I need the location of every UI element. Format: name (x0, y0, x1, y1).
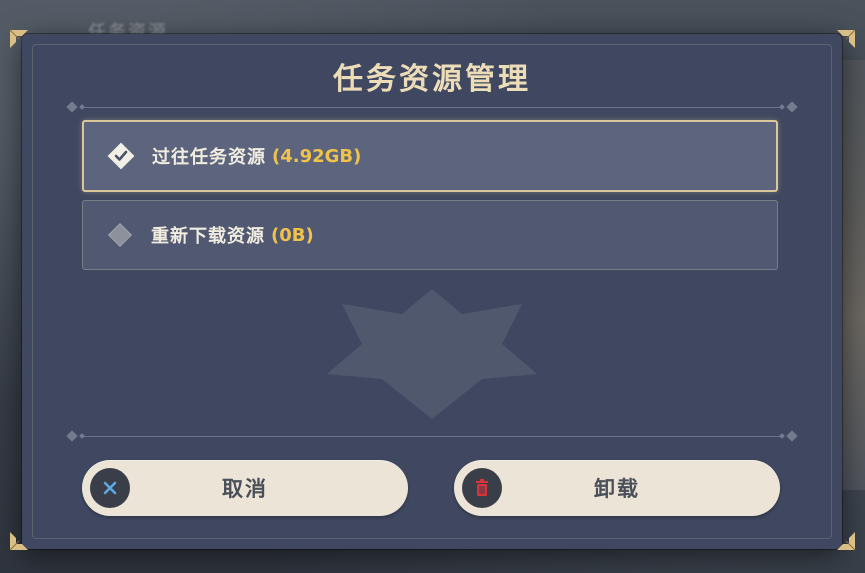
uninstall-button-label: 卸载 (594, 477, 640, 501)
faded-emblem-decoration (327, 289, 537, 419)
corner-ornament-icon (835, 28, 857, 50)
option-size: (0B) (271, 224, 314, 246)
empty-diamond-icon (105, 220, 135, 250)
close-icon (90, 468, 130, 508)
corner-ornament-icon (8, 28, 30, 50)
footer-divider (62, 430, 802, 444)
checkmark-diamond-icon (106, 141, 136, 171)
title-divider (62, 101, 802, 115)
dialog-title: 任务资源管理 (333, 62, 531, 97)
cancel-button[interactable]: 取消 (82, 460, 408, 516)
cancel-button-label: 取消 (222, 477, 268, 501)
option-past-quest-resources[interactable]: 过往任务资源 (4.92GB) (82, 120, 778, 192)
corner-ornament-icon (835, 530, 857, 552)
resource-management-dialog: 任务资源管理 过往任务资源 (4.92GB) 重新下载资源 (0B) 取消 卸载 (22, 34, 842, 549)
corner-ornament-icon (8, 530, 30, 552)
option-label: 过往任务资源 (152, 147, 266, 168)
option-label: 重新下载资源 (151, 226, 265, 247)
trash-icon (462, 468, 502, 508)
option-redownload-resources[interactable]: 重新下载资源 (0B) (82, 200, 778, 270)
option-size: (4.92GB) (272, 145, 362, 167)
uninstall-button[interactable]: 卸载 (454, 460, 780, 516)
